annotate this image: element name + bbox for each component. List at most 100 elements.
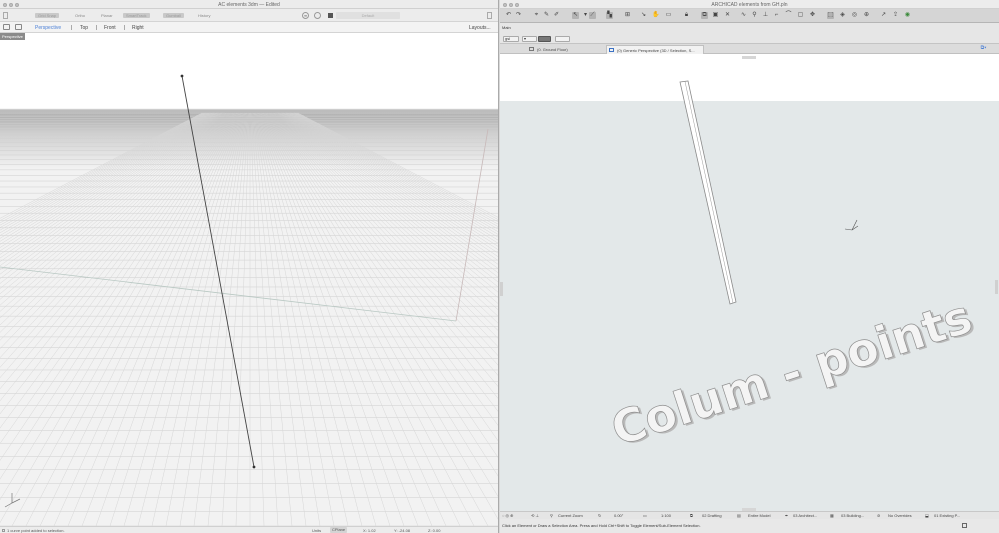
layer-combo[interactable]: 02 Drafting xyxy=(702,513,722,518)
measure-icon[interactable]: ✕ xyxy=(724,12,731,19)
main-label: Main xyxy=(502,25,511,30)
cplane-dropdown[interactable]: CPlane xyxy=(330,527,348,533)
single-view-icon[interactable] xyxy=(15,24,22,30)
fill-tool-icon[interactable]: ▚ xyxy=(606,12,613,19)
pointer-icon[interactable]: ↘ xyxy=(640,12,647,19)
eyedropper-icon[interactable]: ✐ xyxy=(553,12,560,19)
tab-3d-perspective[interactable]: (0) Generic Perspective (3D / Selection,… xyxy=(606,45,704,54)
trace-icon[interactable]: ▣ xyxy=(712,12,719,19)
viewport-scene xyxy=(0,33,498,526)
command-input[interactable]: Default xyxy=(336,12,400,19)
orbit-icon[interactable]: ⟲ ⊥ xyxy=(531,513,539,518)
tab-top[interactable]: Top xyxy=(80,25,88,31)
pen-set-icon: ✒ xyxy=(785,513,789,518)
dimension-icon[interactable]: ⊥ xyxy=(762,12,769,19)
render-icon[interactable]: ◈ xyxy=(839,12,846,19)
layouts-button[interactable]: Layouts... xyxy=(469,25,491,31)
arc-icon[interactable]: ⌒ xyxy=(785,12,792,19)
lock-icon[interactable]: 🔒︎ xyxy=(683,12,690,19)
3d-axes-icon xyxy=(844,219,859,231)
mvo-icon: ▦ xyxy=(830,513,834,518)
tab-perspective[interactable]: Perspective xyxy=(35,25,61,31)
selection-dropdown[interactable]: gsl xyxy=(503,36,519,42)
status-window-icon[interactable] xyxy=(962,523,967,528)
coord-x: X: 1.02 xyxy=(363,528,376,533)
tab-ground-floor[interactable]: (0. Ground Floor) xyxy=(527,45,568,54)
chart-icon[interactable]: ∿ xyxy=(740,12,747,19)
horizon-haze xyxy=(0,109,498,169)
layer-button[interactable] xyxy=(538,36,551,42)
marquee-dropdown-icon[interactable]: ▾ xyxy=(582,12,589,19)
model-filter[interactable]: Entire Model xyxy=(748,513,770,518)
redo-icon[interactable]: ↷ xyxy=(515,12,522,19)
globe-icon[interactable]: ⊕ xyxy=(863,12,870,19)
tab-menu-icon[interactable]: ⧉▾ xyxy=(980,45,987,52)
rotate-icon[interactable]: ↻ xyxy=(598,513,601,518)
pen-set[interactable]: 03 Architect... xyxy=(793,513,817,518)
gumball-toggle[interactable]: Gumball xyxy=(163,13,184,18)
cursor-dropdown[interactable] xyxy=(555,36,570,42)
scroll-handle-right[interactable] xyxy=(995,280,998,294)
rhino-view-tabs: Perspective Top Front Right Layouts... xyxy=(0,22,498,33)
model-view-options[interactable]: 03 Building... xyxy=(841,513,864,518)
publish-icon[interactable]: ⇪ xyxy=(892,12,899,19)
curve-point-start[interactable] xyxy=(180,74,184,78)
layout-icon[interactable]: ▭ xyxy=(665,12,672,19)
stop-icon[interactable] xyxy=(328,13,333,18)
rhino-window-title: AC elements 3dm — Edited xyxy=(218,2,280,8)
pan-icon[interactable]: ✥ xyxy=(809,12,816,19)
planar-toggle[interactable]: Planar xyxy=(98,13,116,18)
arrow-dropdown[interactable]: ▾ xyxy=(522,36,537,42)
archicad-window: ARCHICAD elements from GH.pln ↶ ↷ ⌖ ✎ ✐ … xyxy=(500,0,999,533)
curve-point-end[interactable] xyxy=(252,465,256,469)
osnap-icon[interactable]: ∞ xyxy=(302,12,309,19)
3d-text-element[interactable]: Colum - points Colum - points xyxy=(604,288,981,458)
3d-canvas[interactable]: Colum - points Colum - points xyxy=(500,54,999,513)
syringe-icon[interactable]: ✎ xyxy=(543,12,550,19)
scroll-handle-left[interactable] xyxy=(500,282,503,296)
graphic-overrides[interactable]: No Overrides xyxy=(888,513,912,518)
record-icon[interactable] xyxy=(314,12,321,19)
grid-snap-toggle[interactable]: Grid Snap xyxy=(35,13,60,18)
zoom-icon[interactable]: ⚲ xyxy=(751,12,758,19)
column-element[interactable] xyxy=(679,80,737,305)
current-zoom[interactable]: Current Zoom xyxy=(558,513,583,518)
grid-snap-icon[interactable]: ⊞ xyxy=(624,12,631,19)
screen: AC elements 3dm — Edited Grid Snap Ortho… xyxy=(0,0,999,533)
wall-icon[interactable]: ⌐ xyxy=(773,12,780,19)
sync-icon[interactable]: ◉ xyxy=(904,12,911,19)
scale-field[interactable]: 1:100 xyxy=(661,513,671,518)
scale-icon: ▭ xyxy=(643,513,647,518)
nav-icons[interactable]: ◌ ◎ ⊕ xyxy=(502,513,513,518)
tab-label: (0) Generic Perspective (3D / Selection,… xyxy=(617,48,695,53)
history-toggle[interactable]: History xyxy=(195,13,213,18)
tab-label: (0. Ground Floor) xyxy=(537,47,568,52)
hand-icon[interactable]: ✋ xyxy=(652,12,659,19)
model-filter-icon: ▤ xyxy=(737,513,741,518)
renovation-filter[interactable]: 01 Existing P... xyxy=(934,513,960,518)
rhino-perspective-viewport[interactable]: Perspective xyxy=(0,33,498,526)
panel-toggle-icon[interactable] xyxy=(487,12,492,19)
suspend-groups-icon[interactable]: ⧉ xyxy=(701,12,708,19)
zoom-icon[interactable]: ⚲ xyxy=(550,513,553,518)
3d-view-icon[interactable]: ⬚ xyxy=(827,12,834,19)
ortho-toggle[interactable]: Ortho xyxy=(72,13,88,18)
pick-up-icon[interactable]: ⌖ xyxy=(533,12,540,19)
sidebar-toggle-icon[interactable] xyxy=(3,12,8,19)
tab-front[interactable]: Front xyxy=(104,25,116,31)
viewport-label[interactable]: Perspective xyxy=(0,33,25,40)
scroll-handle-top[interactable] xyxy=(742,56,756,59)
angle-field[interactable]: 0.00° xyxy=(614,513,623,518)
line-tool-icon[interactable]: ⟋ xyxy=(589,12,596,19)
overrides-icon: ⊘ xyxy=(877,513,881,518)
explorer-icon[interactable]: ◎ xyxy=(851,12,858,19)
window-icon[interactable]: ▢ xyxy=(797,12,804,19)
teamwork-icon[interactable]: ↗ xyxy=(880,12,887,19)
arrow-tool-icon[interactable]: ↖ xyxy=(572,12,579,19)
tab-right[interactable]: Right xyxy=(132,25,144,31)
grid-view-icon[interactable] xyxy=(3,24,10,30)
units-label[interactable]: Units xyxy=(312,528,321,533)
status-message: Click an Element or Draw a Selection Are… xyxy=(502,523,701,528)
smarttrack-toggle[interactable]: SmartTrack xyxy=(123,13,150,18)
undo-icon[interactable]: ↶ xyxy=(505,12,512,19)
